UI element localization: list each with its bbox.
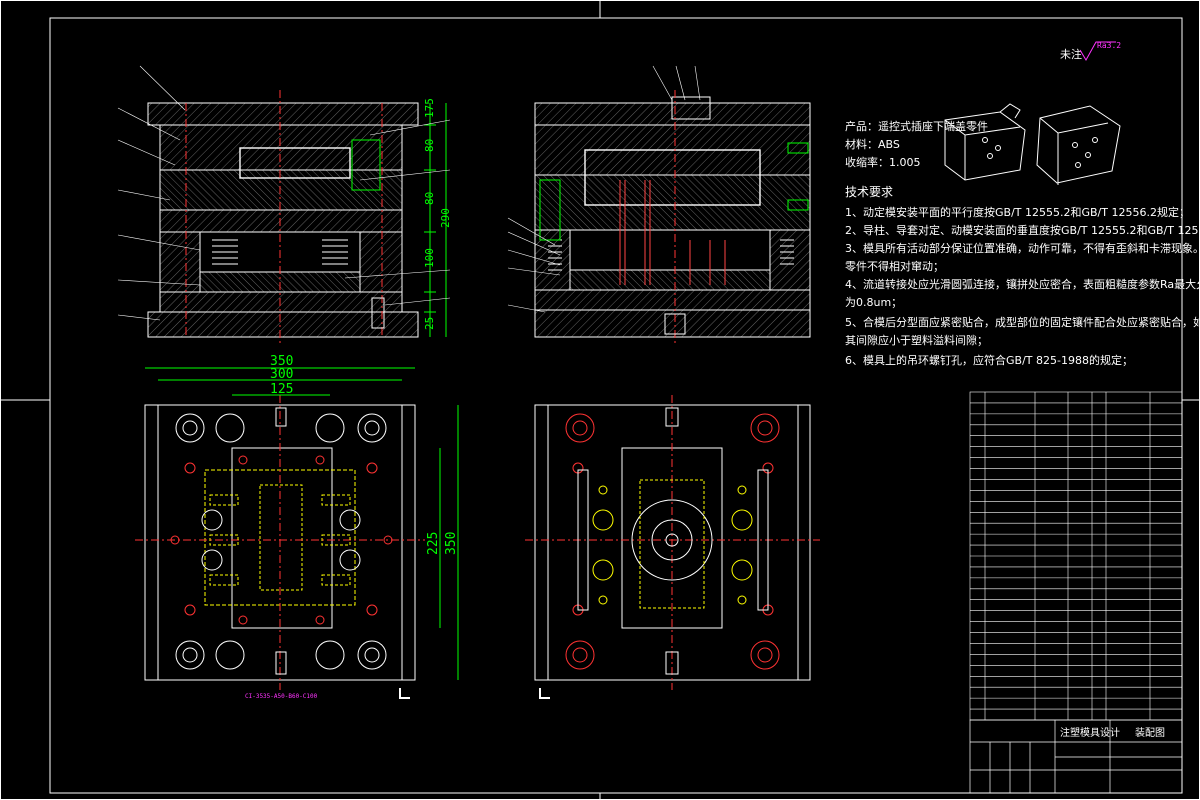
tech-item-4b: 为0.8um； [845,296,902,309]
product-name: 产品：遥控式插座下端盖零件 [845,119,988,133]
dim-25: 25 [423,317,436,330]
cad-drawing: 175 80 80 290 100 25 350 300 125 225 350… [0,0,1200,800]
part-isometric-views [944,103,1121,185]
tech-item-2: 2、导柱、导套对定、动模安装面的垂直度按GB/T 12555.2和GB/T 12… [845,223,1200,237]
dim-top-125: 125 [270,382,293,397]
drawing-number: 装配图 [1135,726,1165,739]
plan-view-moving [525,395,820,699]
roughness-symbol: 未注 Ra3.2 [1060,41,1121,61]
dim-290: 290 [439,208,452,228]
tech-item-5: 5、合模后分型面应紧密贴合，成型部位的固定镶件配合处应紧密贴合，如有局部间隙， [845,315,1200,329]
dim-right-350: 350 [444,532,459,555]
dim-right-225: 225 [426,532,441,555]
tech-item-1: 1、动定模安装平面的平行度按GB/T 12555.2和GB/T 12556.2规… [845,205,1190,219]
dim-175: 175 [423,98,436,118]
section-view-bb [507,65,811,345]
drawing-title: 注塑模具设计 [1060,726,1120,739]
roughness-value: Ra3.2 [1097,41,1121,50]
tech-item-3: 3、模具所有活动部分保证位置准确，动作可靠，不得有歪斜和卡滞现象。要求固定的 [845,241,1200,255]
tech-item-4: 4、流道转接处应光滑圆弧连接，镶拼处应密合，表面粗糙度参数Ra最大允许值 [845,277,1200,291]
dim-80b: 80 [423,192,436,205]
parts-list [969,391,1183,721]
dim-80a: 80 [423,139,436,152]
tech-item-5b: 其间隙应小于塑料溢料间隙； [845,333,988,347]
tech-item-6: 6、模具上的吊环螺钉孔，应符合GB/T 825-1988的规定； [845,353,1133,367]
section-view-aa: 175 80 80 290 100 25 [117,65,452,345]
technical-requirements: 技术要求 1、动定模安装平面的平行度按GB/T 12555.2和GB/T 125… [845,185,1200,367]
plan-view-fixed: 350 300 125 225 350 CI-3535-A50-B60-C100 [135,354,459,700]
tech-heading: 技术要求 [845,185,893,199]
dim-100: 100 [423,248,436,268]
title-block: 注塑模具设计 装配图 [969,719,1183,794]
plan-note: CI-3535-A50-B60-C100 [245,693,318,700]
dim-top-300: 300 [270,367,293,382]
roughness-label: 未注 [1060,47,1082,61]
product-info: 产品：遥控式插座下端盖零件 材料：ABS 收缩率：1.005 [845,119,988,169]
product-material: 材料：ABS [845,137,900,151]
product-shrinkage: 收缩率：1.005 [845,155,921,169]
tech-item-3b: 零件不得相对窜动； [845,259,944,273]
